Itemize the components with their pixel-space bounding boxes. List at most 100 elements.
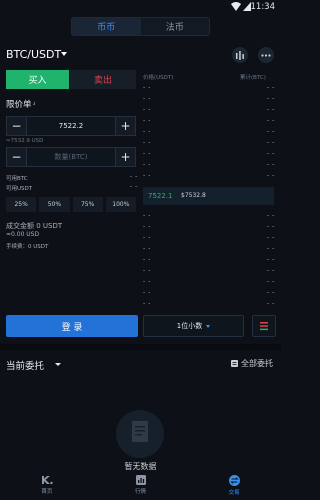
order-book-price-cell[interactable]: - -: [143, 172, 151, 179]
decimal-select[interactable]: 1位小数: [143, 315, 244, 337]
total-usd: ≈0.00 USD: [6, 231, 40, 238]
order-book-cumulative-cell: - -: [267, 278, 275, 285]
corner-caret-icon: [33, 101, 35, 105]
order-book-cumulative-cell: - -: [267, 289, 275, 296]
document-icon: [132, 421, 148, 442]
login-button[interactable]: 登 录: [6, 315, 138, 337]
price-decrease-button[interactable]: −: [7, 117, 26, 135]
nav-trade-label: 交易: [228, 489, 240, 496]
order-book-cumulative-cell: - -: [267, 234, 275, 241]
wifi-icon: [231, 2, 241, 11]
book-layout-button[interactable]: [252, 315, 276, 337]
order-book-cumulative-cell: - -: [267, 172, 275, 179]
book-layout-icon: [260, 322, 268, 331]
nav-markets[interactable]: 行情: [94, 470, 188, 500]
sell-tab[interactable]: 卖出: [70, 70, 136, 89]
order-book-price-header: 价格(USDT): [143, 75, 174, 81]
decimal-select-label: 1位小数: [176, 322, 203, 330]
nav-trade[interactable]: 交易: [187, 470, 281, 500]
order-book-price-cell[interactable]: - -: [143, 300, 151, 307]
bottom-nav: 首页 行情 交易: [0, 470, 281, 500]
order-book-price-cell[interactable]: - -: [143, 245, 151, 252]
status-time: 11:34: [250, 2, 276, 12]
percent-100-button[interactable]: 100%: [105, 197, 136, 212]
order-book-price-cell[interactable]: - -: [143, 128, 151, 135]
available-btc-label: 可用BTC: [6, 176, 28, 182]
caret-down-icon[interactable]: [61, 52, 67, 56]
order-book-cumulative-cell: - -: [267, 300, 275, 307]
price-increase-button[interactable]: +: [116, 117, 135, 135]
amount-input[interactable]: 数量(BTC): [26, 148, 116, 166]
amount-increase-button[interactable]: +: [116, 148, 135, 166]
price-stepper: − 7522.2 +: [6, 116, 136, 136]
all-orders-link[interactable]: 全部委托: [231, 358, 273, 369]
section-divider: [0, 344, 281, 350]
buy-tab[interactable]: 买入: [6, 70, 69, 89]
amount-decrease-button[interactable]: −: [7, 148, 26, 166]
home-logo-icon: [41, 476, 53, 485]
order-book-price-cell[interactable]: - -: [143, 150, 151, 157]
tab-spot[interactable]: 币币: [72, 18, 141, 35]
list-icon: [231, 360, 238, 367]
order-book-cumulative-cell: - -: [267, 161, 275, 168]
order-book-cumulative-cell: - -: [267, 106, 275, 113]
caret-down-icon: [206, 324, 211, 328]
order-book-price-cell[interactable]: - -: [143, 289, 151, 296]
order-book-price-cell[interactable]: - -: [143, 267, 151, 274]
caret-down-icon[interactable]: [55, 363, 61, 366]
order-book-cumulative-cell: - -: [267, 84, 275, 91]
percent-buttons: 25% 50% 75% 100%: [6, 197, 136, 212]
market-tabs: 币币 法币: [71, 17, 210, 36]
order-book-price-cell[interactable]: - -: [143, 139, 151, 146]
order-book-cumulative-cell: - -: [267, 150, 275, 157]
order-book-price-cell[interactable]: - -: [143, 117, 151, 124]
fee-text: 手续费：0 USDT: [6, 244, 49, 250]
order-book-price-cell[interactable]: - -: [143, 95, 151, 102]
order-book-price-cell[interactable]: - -: [143, 234, 151, 241]
available-usdt-value: - -: [130, 183, 138, 190]
order-book-price-cell[interactable]: - -: [143, 223, 151, 230]
order-book-cumulative-header: 累计(BTC): [240, 75, 266, 81]
order-book-cumulative-cell: - -: [267, 95, 275, 102]
nav-markets-label: 行情: [135, 489, 147, 495]
order-book-cumulative-cell: - -: [267, 223, 275, 230]
percent-75-button[interactable]: 75%: [72, 197, 103, 212]
order-book-last-price-row[interactable]: 7522.1 $7532.8: [143, 187, 274, 205]
chart-icon[interactable]: [232, 47, 248, 63]
more-icon[interactable]: [258, 47, 274, 63]
order-book-price-cell[interactable]: - -: [143, 278, 151, 285]
price-input[interactable]: 7522.2: [26, 117, 116, 135]
all-orders-label: 全部委托: [241, 359, 273, 368]
last-price-usd: $7532.8: [181, 192, 206, 199]
percent-50-button[interactable]: 50%: [39, 197, 70, 212]
order-book-cumulative-cell: - -: [267, 117, 275, 124]
tab-fiat[interactable]: 法币: [141, 18, 210, 35]
markets-icon: [135, 475, 146, 485]
percent-25-button[interactable]: 25%: [6, 197, 37, 212]
order-book-cumulative-cell: - -: [267, 267, 275, 274]
order-book-price-cell[interactable]: - -: [143, 84, 151, 91]
total-amount: 成交金额 0 USDT: [6, 222, 63, 230]
order-book-price-cell[interactable]: - -: [143, 161, 151, 168]
order-book-price-cell[interactable]: - -: [143, 106, 151, 113]
available-btc-value: - -: [130, 173, 138, 180]
order-book-cumulative-cell: - -: [267, 256, 275, 263]
order-book-cumulative-cell: - -: [267, 139, 275, 146]
status-bar: 11:34: [0, 0, 281, 14]
order-type-selector[interactable]: 限价单: [6, 98, 32, 110]
order-book-cumulative-cell: - -: [267, 245, 275, 252]
available-usdt-label: 可用USDT: [6, 186, 33, 192]
nav-home[interactable]: 首页: [0, 470, 94, 500]
last-price: 7522.1: [148, 192, 173, 200]
order-book-cumulative-cell: - -: [267, 212, 275, 219]
order-book-price-cell[interactable]: - -: [143, 256, 151, 263]
empty-state-illustration: [116, 410, 164, 458]
amount-stepper: − 数量(BTC) +: [6, 147, 136, 167]
price-usd-estimate: ≈7532.9 USD: [6, 138, 44, 144]
pair-selector[interactable]: BTC/USDT: [6, 48, 61, 61]
order-book-price-cell[interactable]: - -: [143, 212, 151, 219]
nav-home-label: 首页: [41, 489, 53, 495]
current-orders-title[interactable]: 当前委托: [6, 358, 44, 372]
trade-icon: [228, 474, 240, 486]
order-book-cumulative-cell: - -: [267, 128, 275, 135]
